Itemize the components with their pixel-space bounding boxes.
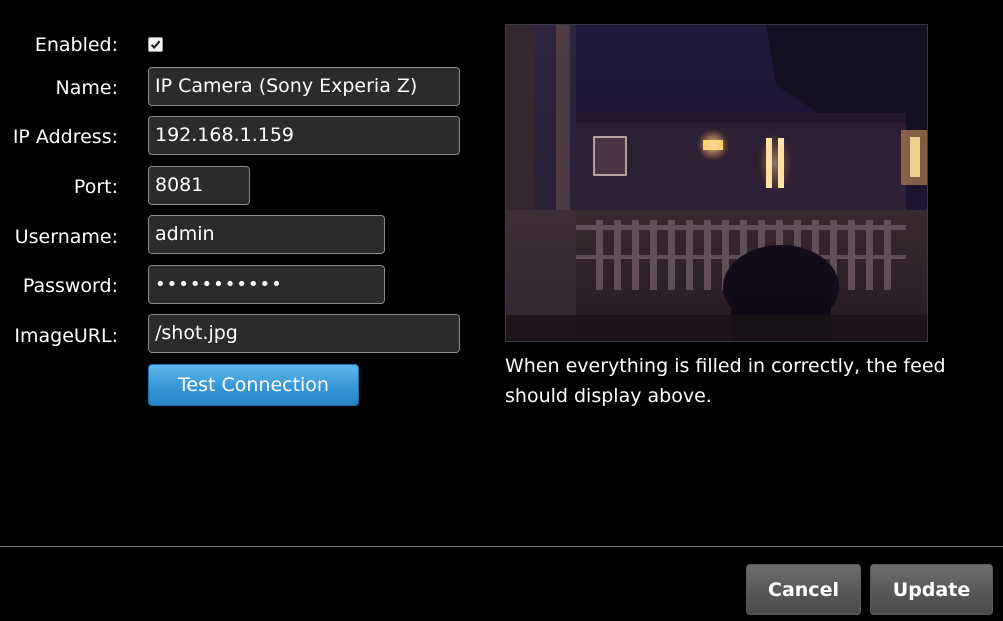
enabled-checkbox[interactable] (148, 37, 163, 52)
password-input[interactable]: ••••••••••• (148, 265, 385, 304)
username-label: Username: (14, 226, 118, 248)
update-button[interactable]: Update (870, 564, 993, 615)
footer-divider (0, 546, 1003, 547)
password-label: Password: (22, 275, 118, 297)
cancel-button[interactable]: Cancel (746, 564, 861, 615)
port-input[interactable]: 8081 (148, 166, 250, 205)
name-label: Name: (55, 77, 118, 99)
ip-address-input[interactable]: 192.168.1.159 (148, 116, 460, 155)
name-input[interactable]: IP Camera (Sony Experia Z) (148, 67, 460, 106)
image-url-input[interactable]: /shot.jpg (148, 314, 460, 353)
camera-feed-preview (505, 24, 928, 342)
ip-address-label: IP Address: (12, 126, 118, 148)
checkmark-icon (150, 40, 161, 49)
preview-caption: When everything is filled in correctly, … (505, 355, 946, 407)
image-url-label: ImageURL: (14, 325, 118, 347)
test-connection-button[interactable]: Test Connection (148, 364, 359, 406)
username-input[interactable]: admin (148, 215, 385, 254)
enabled-label: Enabled: (34, 34, 118, 56)
camera-feed-image (506, 25, 927, 341)
port-label: Port: (73, 176, 118, 198)
